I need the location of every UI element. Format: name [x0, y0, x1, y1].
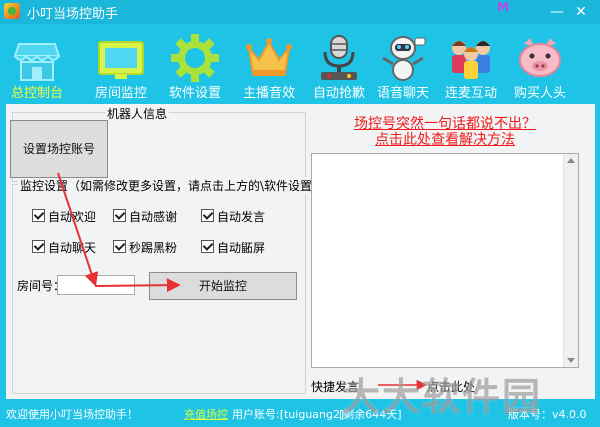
nav-item-buy-fans[interactable]: 购买人头 [504, 32, 576, 102]
scroll-up-icon[interactable] [567, 158, 575, 163]
checkbox-label: 自动鼫屏 [217, 241, 266, 255]
crown-icon [245, 34, 293, 82]
nav-label: 软件设置 [168, 86, 221, 101]
microphone-robot-icon [315, 34, 363, 82]
room-number-input[interactable] [57, 275, 135, 295]
minimize-button[interactable]: — [547, 2, 567, 22]
scroll-down-icon[interactable] [567, 358, 575, 363]
start-monitor-button[interactable]: 开始监控 [149, 272, 297, 300]
chat-scrollbar[interactable] [563, 154, 578, 367]
group-people-icon [447, 34, 495, 82]
nav-item-console[interactable]: 总控制台 [1, 32, 73, 102]
checkbox-auto-chat[interactable]: 自动聊天 [32, 239, 96, 257]
title-bar: 小叮当场控助手 M — ✕ [0, 0, 600, 24]
nav-label: 购买人头 [513, 86, 566, 101]
status-bar: 欢迎使用小叮当场控助手！ 充值场控 用户账号:[tuiguang2] [剩余64… [0, 400, 600, 427]
nav-label: 自动抢歉 [312, 86, 365, 101]
nav-label: 连麦互动 [444, 86, 497, 101]
nav-item-room-monitor[interactable]: 房间监控 [85, 32, 157, 102]
checkbox-box[interactable] [32, 209, 45, 222]
status-welcome: 欢迎使用小叮当场控助手！ [6, 408, 138, 421]
status-version: 版本号：v4.0.0 [508, 408, 587, 421]
status-user-account: 用户账号:[tuiguang2] [232, 408, 345, 421]
checkbox-auto-speak[interactable]: 自动发言 [201, 208, 265, 226]
checkbox-box[interactable] [201, 209, 214, 222]
nav-label: 房间监控 [94, 86, 147, 101]
brand-mark: M [497, 0, 509, 14]
set-account-button[interactable]: 设置场控账号 [10, 120, 108, 178]
chat-log-area[interactable] [311, 153, 579, 368]
checkbox-box[interactable] [201, 240, 214, 253]
nav-item-voice-chat[interactable]: 语音聊天 [367, 32, 439, 102]
nav-item-mic-interaction[interactable]: 连麦互动 [435, 32, 507, 102]
checkbox-label: 秒踢黑粉 [129, 241, 178, 255]
checkbox-label: 自动发言 [217, 210, 266, 224]
quick-speech-link[interactable]: 点击此处 [427, 378, 475, 395]
nav-label: 主播音效 [242, 86, 295, 101]
close-button[interactable]: ✕ [571, 2, 591, 22]
window-title: 小叮当场控助手 [27, 7, 119, 22]
nav-item-sound-effects[interactable]: 主播音效 [233, 32, 305, 102]
monitor-settings-legend: 监控设置（如需修改更多设置，请点击上方的\软件设置） [18, 177, 327, 194]
app-logo-icon [4, 3, 20, 19]
checkbox-box[interactable] [113, 240, 126, 253]
help-solution-link[interactable]: 点击此处查看解决方法 [305, 129, 585, 149]
checkbox-label: 自动欢迎 [48, 210, 97, 224]
pig-icon [516, 34, 564, 82]
nav-label: 总控制台 [10, 86, 63, 101]
checkbox-label: 自动聊天 [48, 241, 97, 255]
checkbox-box[interactable] [113, 209, 126, 222]
recharge-link[interactable]: 充值场控 [184, 406, 228, 422]
monitor-screen-icon [97, 34, 145, 82]
status-remaining-days: [剩余644天] [339, 408, 402, 421]
app-window: 小叮当场控助手 M — ✕ 总控制台 房间监控 软件设置 主播音效 自动抢歉 语… [0, 0, 600, 427]
checkbox-label: 自动感谢 [129, 210, 178, 224]
storefront-icon [13, 34, 61, 82]
checkbox-kick-haters[interactable]: 秒踢黑粉 [113, 239, 177, 257]
nav-item-auto-grab[interactable]: 自动抢歉 [303, 32, 375, 102]
robot-info-legend: 机器人信息 [105, 105, 170, 122]
gear-icon [171, 34, 219, 82]
nav-label: 语音聊天 [376, 86, 429, 101]
checkbox-auto-welcome[interactable]: 自动欢迎 [32, 208, 96, 226]
chat-robot-icon [379, 34, 427, 82]
checkbox-auto-thank[interactable]: 自动感谢 [113, 208, 177, 226]
nav-item-settings[interactable]: 软件设置 [159, 32, 231, 102]
checkbox-auto-flood[interactable]: 自动鼫屏 [201, 239, 265, 257]
quick-speech-field[interactable] [360, 376, 425, 396]
checkbox-box[interactable] [32, 240, 45, 253]
